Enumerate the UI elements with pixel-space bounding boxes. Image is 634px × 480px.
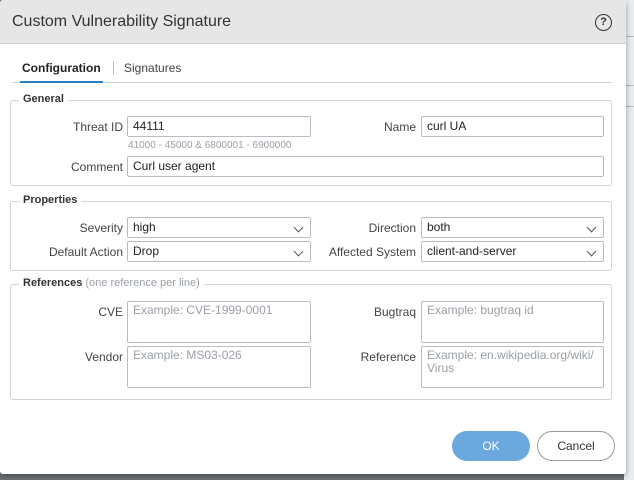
tab-configuration[interactable]: Configuration bbox=[20, 61, 103, 83]
severity-select[interactable]: high bbox=[127, 217, 311, 238]
threat-id-range-hint: 41000 - 45000 & 6800001 - 6900000 bbox=[128, 140, 292, 151]
dialog-title: Custom Vulnerability Signature bbox=[12, 13, 232, 30]
cancel-button[interactable]: Cancel bbox=[537, 431, 615, 461]
direction-value: both bbox=[427, 220, 451, 234]
comment-input[interactable]: Curl user agent bbox=[127, 156, 604, 177]
properties-legend: Properties bbox=[19, 194, 82, 206]
severity-value: high bbox=[133, 220, 156, 234]
references-section: References (one reference per line) CVE … bbox=[10, 277, 612, 400]
references-legend-title: References bbox=[23, 277, 83, 289]
direction-label: Direction bbox=[368, 221, 416, 235]
comment-label: Comment bbox=[70, 160, 123, 174]
chevron-down-icon bbox=[293, 246, 304, 257]
name-input[interactable]: curl UA bbox=[421, 116, 604, 137]
affected-system-select[interactable]: client-and-server bbox=[421, 241, 604, 262]
vendor-label: Vendor bbox=[84, 350, 123, 364]
direction-select[interactable]: both bbox=[421, 217, 604, 238]
cve-label: CVE bbox=[98, 305, 123, 319]
chevron-down-icon bbox=[293, 222, 304, 233]
bugtraq-textarea[interactable]: Example: bugtraq id bbox=[421, 301, 604, 343]
severity-label: Severity bbox=[79, 221, 123, 235]
reference-label: Reference bbox=[360, 350, 416, 364]
help-icon[interactable]: ? bbox=[595, 14, 612, 31]
references-legend: References (one reference per line) bbox=[19, 277, 204, 289]
chevron-down-icon bbox=[586, 222, 597, 233]
bugtraq-label: Bugtraq bbox=[373, 305, 416, 319]
reference-textarea[interactable]: Example: en.wikipedia.org/wiki/Virus bbox=[421, 346, 604, 388]
default-action-label: Default Action bbox=[48, 245, 123, 259]
cve-textarea[interactable]: Example: CVE-1999-0001 bbox=[127, 301, 311, 343]
threat-id-label: Threat ID bbox=[72, 120, 123, 134]
ok-button[interactable]: OK bbox=[452, 431, 530, 461]
default-action-value: Drop bbox=[133, 244, 160, 258]
tab-signatures[interactable]: Signatures bbox=[124, 61, 181, 75]
name-label: Name bbox=[383, 120, 416, 134]
tab-bar: Configuration Signatures bbox=[12, 52, 612, 83]
vendor-textarea[interactable]: Example: MS03-026 bbox=[127, 346, 311, 388]
general-legend: General bbox=[19, 93, 68, 105]
properties-section: Properties Severity high Direction both … bbox=[10, 194, 612, 271]
affected-system-label: Affected System bbox=[328, 245, 416, 259]
tab-separator bbox=[113, 61, 114, 75]
general-section: General Threat ID 44111 41000 - 45000 & … bbox=[10, 93, 612, 186]
chevron-down-icon bbox=[586, 246, 597, 257]
references-legend-hint: (one reference per line) bbox=[85, 277, 200, 289]
default-action-select[interactable]: Drop bbox=[127, 241, 311, 262]
custom-vulnerability-signature-dialog: Custom Vulnerability Signature ? Configu… bbox=[0, 0, 626, 474]
affected-system-value: client-and-server bbox=[427, 244, 517, 258]
threat-id-input[interactable]: 44111 bbox=[127, 116, 311, 137]
dialog-titlebar: Custom Vulnerability Signature ? bbox=[0, 0, 626, 44]
